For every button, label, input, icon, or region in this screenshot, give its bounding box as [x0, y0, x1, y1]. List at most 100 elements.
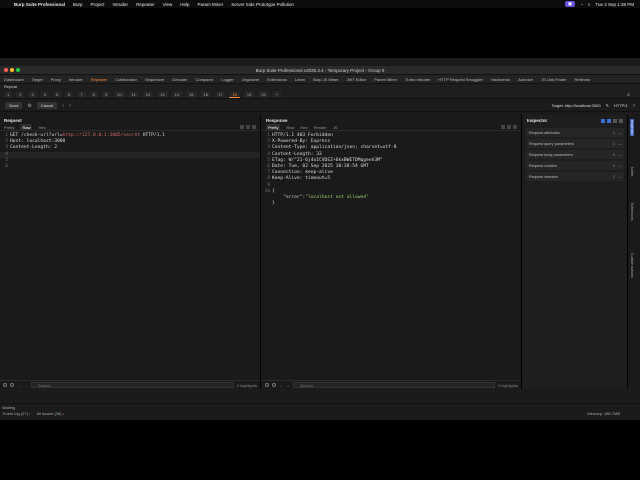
request-tab-15[interactable]: 15: [186, 91, 197, 98]
all-issues-link[interactable]: All issues (38) •: [36, 410, 64, 418]
back-arrow-icon[interactable]: ‹: [62, 103, 64, 109]
request-tab-1[interactable]: 1: [4, 91, 13, 98]
response-tab-hex[interactable]: Hex: [300, 124, 307, 130]
response-search-input[interactable]: Search: [293, 382, 495, 388]
request-tab-13[interactable]: 13: [157, 91, 168, 98]
wrap-icon[interactable]: [501, 125, 505, 129]
request-tab-4[interactable]: 4: [40, 91, 49, 98]
prev-icon[interactable]: ←: [279, 383, 283, 388]
request-editor[interactable]: 1 GET /check-url?url= http://127.0.0.1:300…: [0, 131, 260, 170]
next-icon[interactable]: →: [286, 383, 290, 388]
event-log-link[interactable]: Event log (27) •: [3, 410, 30, 418]
wifi-icon[interactable]: ◔: [580, 2, 583, 7]
response-editor[interactable]: 1 HTTP/1.1 403 Forbidden 2 X-Powered-By: Ex…: [262, 131, 521, 207]
menu-help[interactable]: Help: [180, 2, 189, 7]
main-tab-burp-js-miner[interactable]: Burp JS Miner: [309, 75, 342, 83]
request-tab-18[interactable]: 18: [229, 91, 240, 98]
side-tab-inspector[interactable]: Inspector: [630, 119, 634, 136]
settings-icon[interactable]: [613, 118, 617, 123]
main-tab-dashboard[interactable]: Dashboard: [0, 75, 28, 83]
layout-alt-icon[interactable]: [607, 118, 611, 123]
newline-icon[interactable]: [246, 125, 250, 129]
close-window-icon[interactable]: [4, 68, 8, 72]
wrap-icon[interactable]: [240, 125, 244, 129]
main-tab-autorize[interactable]: Autorize: [514, 75, 537, 83]
request-line[interactable]: 6: [0, 164, 260, 170]
app-menu-name[interactable]: Burp Suite Professional: [14, 2, 65, 7]
response-tab-render[interactable]: Render: [314, 124, 327, 130]
new-tab-button[interactable]: +: [272, 91, 282, 98]
chevron-down-icon[interactable]: ⌄: [618, 152, 621, 157]
request-tab-hex[interactable]: Hex: [38, 124, 45, 130]
main-tab-repeater[interactable]: Repeater: [86, 75, 112, 83]
zoom-window-icon[interactable]: [16, 68, 20, 72]
chevron-down-icon[interactable]: ⌄: [618, 163, 621, 168]
prev-icon[interactable]: ←: [17, 383, 21, 388]
main-tab-organizer[interactable]: Organizer: [238, 75, 264, 83]
inspector-row[interactable]: Request attributes 2 ⌄: [526, 128, 624, 137]
minimize-window-icon[interactable]: [10, 68, 14, 72]
main-tab-jwt-editor[interactable]: JWT Editor: [342, 75, 370, 83]
request-tab-20[interactable]: 20: [258, 91, 269, 98]
help-icon[interactable]: ?: [633, 103, 635, 108]
next-icon[interactable]: →: [24, 383, 28, 388]
help-circle-icon[interactable]: [3, 383, 7, 387]
main-tab-learn[interactable]: Learn: [291, 75, 309, 83]
tab-search-icon[interactable]: ⌕: [627, 92, 630, 98]
main-tab-reflector[interactable]: Reflector: [571, 75, 595, 83]
menu-repeater[interactable]: Repeater: [136, 2, 155, 7]
layout-icon[interactable]: [601, 118, 605, 123]
menu-intruder[interactable]: Intruder: [113, 2, 129, 7]
search-icon[interactable]: ⌕: [588, 2, 591, 7]
request-tab-17[interactable]: 17: [214, 91, 226, 98]
settings-circle-icon[interactable]: [272, 383, 276, 387]
request-tab-14[interactable]: 14: [171, 91, 183, 98]
request-tab-2[interactable]: 2: [16, 91, 25, 98]
menu-view[interactable]: View: [163, 2, 173, 7]
menu-ssp-pollution[interactable]: Server Side Prototype Pollution: [231, 2, 294, 7]
main-tab-decoder[interactable]: Decoder: [168, 75, 191, 83]
menu-icon[interactable]: [252, 125, 256, 129]
recording-indicator-icon[interactable]: ▣: [564, 1, 576, 7]
request-tab-6[interactable]: 6: [65, 91, 74, 98]
main-tab-param-miner[interactable]: Param Miner: [370, 75, 401, 83]
inspector-row[interactable]: Request cookies 0 ⌄: [526, 161, 624, 170]
request-tab-9[interactable]: 9: [101, 91, 111, 98]
request-tab-8[interactable]: 8: [89, 91, 98, 98]
inspector-row[interactable]: Request query parameters 1 ⌄: [526, 139, 624, 148]
main-tab-intruder[interactable]: Intruder: [65, 75, 87, 83]
chevron-down-icon[interactable]: ⌄: [618, 174, 621, 179]
side-tab-custom-actions[interactable]: Custom actions: [630, 253, 634, 278]
main-tab-extensions[interactable]: Extensions: [263, 75, 291, 83]
side-tab-notes[interactable]: Notes: [630, 167, 634, 176]
menu-project[interactable]: Project: [91, 2, 105, 7]
request-search-input[interactable]: Search: [31, 382, 234, 388]
edit-target-icon[interactable]: ✎: [606, 103, 609, 108]
target-label[interactable]: Target: http://localhost:3000: [551, 103, 600, 108]
main-tab-js-link-finder[interactable]: JS Link Finder: [537, 75, 571, 83]
close-icon[interactable]: [619, 118, 623, 123]
response-tab-pretty[interactable]: Pretty: [266, 124, 281, 130]
main-tab-turbo-intruder[interactable]: Turbo Intruder: [401, 75, 434, 83]
main-tab-sequencer[interactable]: Sequencer: [141, 75, 168, 83]
menu-param-miner[interactable]: Param Miner: [198, 2, 224, 7]
send-button[interactable]: Send: [5, 102, 23, 109]
main-tab-hackvertor[interactable]: Hackvertor: [487, 75, 514, 83]
main-tab-proxy[interactable]: Proxy: [47, 75, 65, 83]
settings-circle-icon[interactable]: [10, 383, 14, 387]
request-tab-raw[interactable]: Raw: [20, 124, 33, 130]
response-tab-js[interactable]: JS: [333, 124, 338, 130]
forward-arrow-icon[interactable]: ›: [69, 103, 71, 109]
side-tab-extensions[interactable]: Extensions: [630, 203, 634, 221]
main-tab-logger[interactable]: Logger: [217, 75, 237, 83]
main-tab-http-request-smuggler[interactable]: HTTP Request Smuggler: [434, 75, 487, 83]
request-tab-7[interactable]: 7: [77, 91, 86, 98]
request-tab-pretty[interactable]: Pretty: [4, 124, 14, 130]
menu-icon[interactable]: [513, 125, 517, 129]
cancel-button[interactable]: Cancel: [36, 102, 58, 109]
chevron-down-icon[interactable]: ⌄: [618, 141, 621, 146]
main-tab-target[interactable]: Target: [28, 75, 47, 83]
response-tab-raw[interactable]: Raw: [286, 124, 294, 130]
inspector-row[interactable]: Request headers 2 ⌄: [526, 172, 624, 181]
response-line[interactable]: }: [262, 201, 521, 207]
